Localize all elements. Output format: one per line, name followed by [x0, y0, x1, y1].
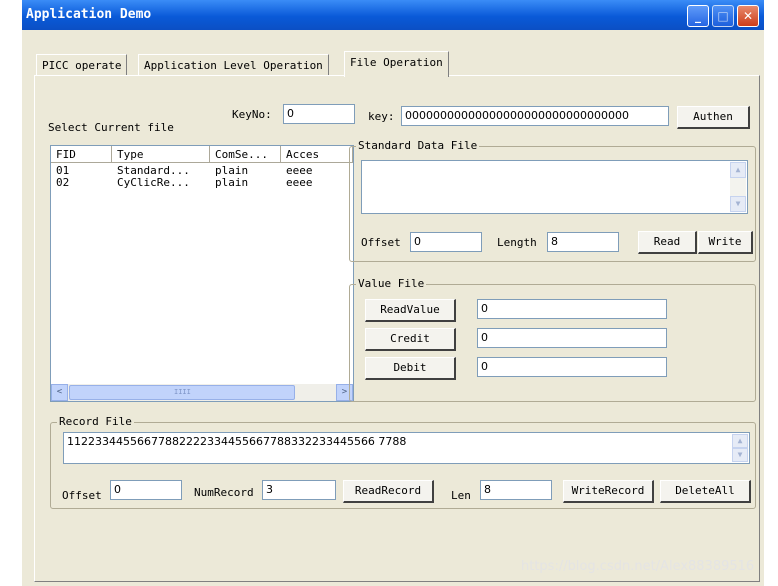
scroll-up-icon[interactable]: ▲ — [732, 434, 748, 448]
close-icon[interactable]: ✕ — [737, 5, 759, 27]
record-offset-input[interactable]: 0 — [110, 480, 182, 500]
scroll-left-icon[interactable]: < — [51, 384, 68, 401]
deleteall-button[interactable]: DeleteAll — [660, 480, 751, 503]
tab-application-level-operation[interactable]: Application Level Operation — [138, 54, 329, 76]
scroll-down-icon[interactable]: ▼ — [730, 196, 746, 212]
keyno-input[interactable]: 0 — [283, 104, 355, 124]
standard-data-scrollbar[interactable]: ▲ ▼ — [730, 162, 746, 212]
scroll-up-icon[interactable]: ▲ — [730, 162, 746, 178]
read-button[interactable]: Read — [638, 231, 697, 254]
sdf-length-label: Length — [497, 236, 537, 249]
scroll-down-icon[interactable]: ▼ — [732, 448, 748, 462]
file-list[interactable]: FID Type ComSe... Acces 01 Standard... p… — [50, 145, 354, 402]
authen-button[interactable]: Authen — [677, 106, 750, 129]
cell-comset: plain — [215, 176, 249, 189]
cell-access: eeee — [286, 176, 313, 189]
column-header-fid[interactable]: FID — [51, 146, 112, 163]
window-title: Application Demo — [26, 7, 152, 22]
scroll-grip-icon: IIII — [174, 388, 191, 396]
value-file-legend: Value File — [356, 277, 427, 291]
watermark-text: https://blog.csdn.net/Alex88389516 — [521, 559, 755, 574]
select-current-file-label: Select Current file — [48, 121, 174, 134]
len-label: Len — [451, 489, 471, 502]
column-header-access[interactable]: Acces — [281, 146, 353, 163]
len-input[interactable]: 8 — [480, 480, 552, 500]
readvalue-button[interactable]: ReadValue — [365, 299, 456, 322]
record-data-textarea[interactable]: 1122334455667788222233445566778833223344… — [63, 432, 750, 464]
key-input[interactable]: 00000000000000000000000000000000 — [401, 106, 669, 126]
table-row[interactable]: 02 CyClicRe... plain eeee — [51, 177, 353, 189]
record-data-scrollbar[interactable]: ▲ ▼ — [732, 434, 748, 462]
key-label: key: — [368, 110, 395, 123]
tab-file-operation[interactable]: File Operation — [344, 51, 449, 77]
minimize-icon[interactable]: _ — [687, 5, 709, 27]
readrecord-button[interactable]: ReadRecord — [343, 480, 434, 503]
write-button[interactable]: Write — [698, 231, 753, 254]
record-data-content: 1122334455667788222233445566778833223344… — [67, 435, 407, 448]
numrecord-input[interactable]: 3 — [262, 480, 336, 500]
credit-input[interactable]: 0 — [477, 328, 667, 348]
cell-fid: 02 — [56, 176, 70, 189]
record-offset-label: Offset — [62, 489, 102, 502]
keyno-label: KeyNo: — [232, 108, 272, 121]
debit-input[interactable]: 0 — [477, 357, 667, 377]
column-header-type[interactable]: Type — [112, 146, 210, 163]
scroll-thumb[interactable]: IIII — [69, 385, 295, 400]
record-file-legend: Record File — [57, 415, 134, 429]
sdf-offset-label: Offset — [361, 236, 401, 249]
title-bar[interactable]: Application Demo _ □ ✕ — [22, 0, 764, 30]
sdf-offset-input[interactable]: 0 — [410, 232, 482, 252]
numrecord-label: NumRecord — [194, 486, 254, 499]
column-header-comset[interactable]: ComSe... — [210, 146, 281, 163]
tab-picc-operate[interactable]: PICC operate — [36, 54, 128, 76]
maximize-icon[interactable]: □ — [712, 5, 734, 27]
debit-button[interactable]: Debit — [365, 357, 456, 380]
horizontal-scrollbar[interactable]: < IIII > — [51, 384, 353, 401]
standard-data-file-legend: Standard Data File — [356, 139, 480, 153]
credit-button[interactable]: Credit — [365, 328, 456, 351]
cell-type: CyClicRe... — [117, 176, 190, 189]
writerecord-button[interactable]: WriteRecord — [563, 480, 654, 503]
standard-data-textarea[interactable]: ▲ ▼ — [361, 160, 748, 214]
application-window: Application Demo _ □ ✕ PICC operate Appl… — [22, 0, 764, 586]
sdf-length-input[interactable]: 8 — [547, 232, 619, 252]
readvalue-input[interactable]: 0 — [477, 299, 667, 319]
